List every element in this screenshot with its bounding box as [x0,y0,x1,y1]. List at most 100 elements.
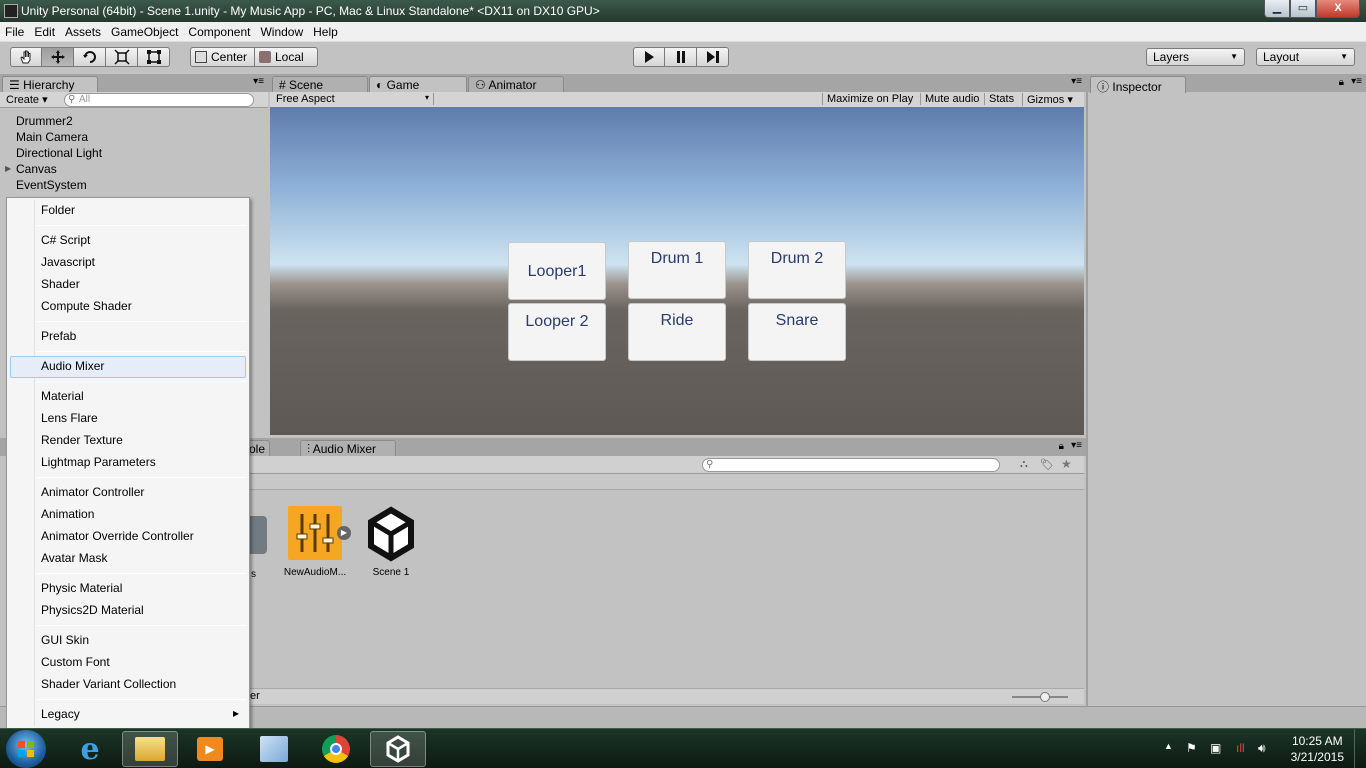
hierarchy-search-input[interactable]: ⚲ All [64,93,254,107]
system-clock[interactable]: 10:25 AM 3/21/2015 [1291,733,1344,765]
game-button-drum-1[interactable]: Drum 1 [628,241,726,299]
menu-assets[interactable]: Assets [60,22,106,41]
hierarchy-item-main-camera[interactable]: Main Camera [16,130,88,144]
action-center-flag-icon[interactable]: ⚑ [1186,741,1197,755]
maximize-on-play-toggle[interactable]: Maximize on Play [822,93,917,105]
menu-item-audio-mixer[interactable]: Audio Mixer [41,359,104,373]
menu-item-shader-variant-collection[interactable]: Shader Variant Collection [41,677,176,691]
local-global-toggle[interactable]: Local [255,47,318,67]
lock-icon[interactable]: 🔒︎ [1059,441,1064,452]
tab-audio-mixer[interactable]: ⫶ Audio Mixer [300,440,396,457]
rotate-tool-button[interactable] [74,47,106,67]
layers-dropdown[interactable]: Layers ▼ [1146,48,1245,66]
search-icon: ⚲ [706,459,714,470]
lock-icon[interactable]: 🔒︎ [1339,77,1344,88]
menu-item-legacy[interactable]: Legacy [41,707,80,721]
start-orb[interactable] [6,730,46,768]
menu-item-compute-shader[interactable]: Compute Shader [41,299,132,313]
move-tool-button[interactable] [42,47,74,67]
pivot-center-toggle[interactable]: Center [190,47,255,67]
step-button[interactable] [697,47,729,67]
menu-item-avatar-mask[interactable]: Avatar Mask [41,551,107,565]
menu-window[interactable]: Window [255,22,308,41]
minimize-button[interactable]: ▁ [1264,0,1290,18]
menu-item-animator-controller[interactable]: Animator Controller [41,485,144,499]
panel-menu-icon[interactable]: ▾≡ [1071,76,1082,87]
rect-tool-button[interactable] [138,47,170,67]
game-button-ride[interactable]: Ride [628,303,726,361]
menu-item-javascript[interactable]: Javascript [41,255,95,269]
panel-menu-icon[interactable]: ▾≡ [253,76,264,87]
network-icon[interactable]: ıll [1236,741,1245,755]
tab-game[interactable]: ◐ Game [369,76,467,93]
menu-item-gui-skin[interactable]: GUI Skin [41,633,89,647]
game-view-render[interactable]: Looper1 Drum 1 Drum 2 Looper 2 Ride Snar… [270,107,1084,435]
inspector-tabstrip: ⓘ Inspector 🔒︎ ▾≡ [1086,74,1366,94]
mute-audio-toggle[interactable]: Mute audio [920,93,983,105]
menu-item-folder[interactable]: Folder [41,203,75,217]
game-button-looper-2[interactable]: Looper 2 [508,303,606,361]
panel-menu-icon[interactable]: ▾≡ [1071,440,1082,451]
filter-by-type-icon[interactable]: ⛬ [1020,458,1028,471]
hierarchy-item-drummer2[interactable]: Drummer2 [16,114,73,128]
menu-gameobject[interactable]: GameObject [106,22,183,41]
scale-tool-button[interactable] [106,47,138,67]
menu-item-csharp-script[interactable]: C# Script [41,233,90,247]
volume-icon[interactable]: 🔊︎ [1258,741,1266,756]
menu-file[interactable]: File [0,22,29,41]
close-button[interactable]: X [1316,0,1360,18]
expand-arrow-icon[interactable]: ▶ [337,526,351,540]
taskbar-unity[interactable] [370,731,426,767]
taskbar-file-explorer[interactable] [122,731,178,767]
menu-item-physics2d-material[interactable]: Physics2D Material [41,603,144,617]
play-button[interactable] [633,47,665,67]
stats-toggle[interactable]: Stats [984,93,1018,105]
menu-item-lens-flare[interactable]: Lens Flare [41,411,98,425]
game-button-snare[interactable]: Snare [748,303,846,361]
hierarchy-item-directional-light[interactable]: Directional Light [16,146,102,160]
aspect-dropdown[interactable]: Free Aspect ▾ [276,93,434,105]
hierarchy-item-canvas[interactable]: Canvas [16,162,57,176]
hand-tool-button[interactable] [10,47,42,67]
menu-edit[interactable]: Edit [29,22,60,41]
menu-component[interactable]: Component [183,22,255,41]
menu-item-animator-override-controller[interactable]: Animator Override Controller [41,529,194,543]
hierarchy-item-eventsystem[interactable]: EventSystem [16,178,87,192]
menu-item-lightmap-parameters[interactable]: Lightmap Parameters [41,455,156,469]
show-hidden-icons-arrow[interactable]: ▲ [1164,741,1173,751]
layout-dropdown[interactable]: Layout ▼ [1256,48,1355,66]
create-dropdown[interactable]: Create ▾ [6,93,48,106]
gizmos-toggle[interactable]: Gizmos ▾ [1022,93,1077,106]
folder-asset-icon[interactable] [250,516,267,554]
panel-menu-icon[interactable]: ▾≡ [1351,76,1362,87]
menu-item-physic-material[interactable]: Physic Material [41,581,122,595]
menu-item-custom-font[interactable]: Custom Font [41,655,110,669]
taskbar-media-player[interactable]: ▶ [182,731,238,767]
tab-scene[interactable]: # Scene [272,76,368,93]
icon-size-slider-thumb[interactable] [1040,692,1050,702]
show-desktop-button[interactable] [1354,729,1366,768]
favorites-star-icon[interactable]: ★ [1061,457,1072,471]
menu-item-prefab[interactable]: Prefab [41,329,76,343]
taskbar-internet-explorer[interactable]: e [62,731,118,767]
menu-help[interactable]: Help [308,22,343,41]
tab-hierarchy[interactable]: ☰ Hierarchy [2,76,98,93]
taskbar-paint[interactable] [246,731,302,767]
asset-new-audio-mixer[interactable]: ▶ NewAudioM... [280,506,351,578]
project-search-input[interactable]: ⚲ [702,458,1000,472]
game-button-looper1[interactable]: Looper1 [508,242,606,300]
menu-item-material[interactable]: Material [41,389,84,403]
taskbar-chrome[interactable] [308,731,364,767]
tab-inspector[interactable]: ⓘ Inspector [1090,76,1186,94]
expand-arrow-icon[interactable]: ▶ [5,164,11,173]
menu-item-shader[interactable]: Shader [41,277,80,291]
maximize-button[interactable]: ▭ [1290,0,1316,18]
filter-by-label-icon[interactable]: 🏷︎ [1040,458,1054,471]
pause-button[interactable] [665,47,697,67]
game-button-drum-2[interactable]: Drum 2 [748,241,846,299]
menu-item-render-texture[interactable]: Render Texture [41,433,123,447]
tab-animator[interactable]: ⚇ Animator [468,76,564,93]
asset-scene-1[interactable]: Scene 1 [358,506,424,578]
device-icon[interactable]: ▣ [1210,741,1221,755]
menu-item-animation[interactable]: Animation [41,507,94,521]
